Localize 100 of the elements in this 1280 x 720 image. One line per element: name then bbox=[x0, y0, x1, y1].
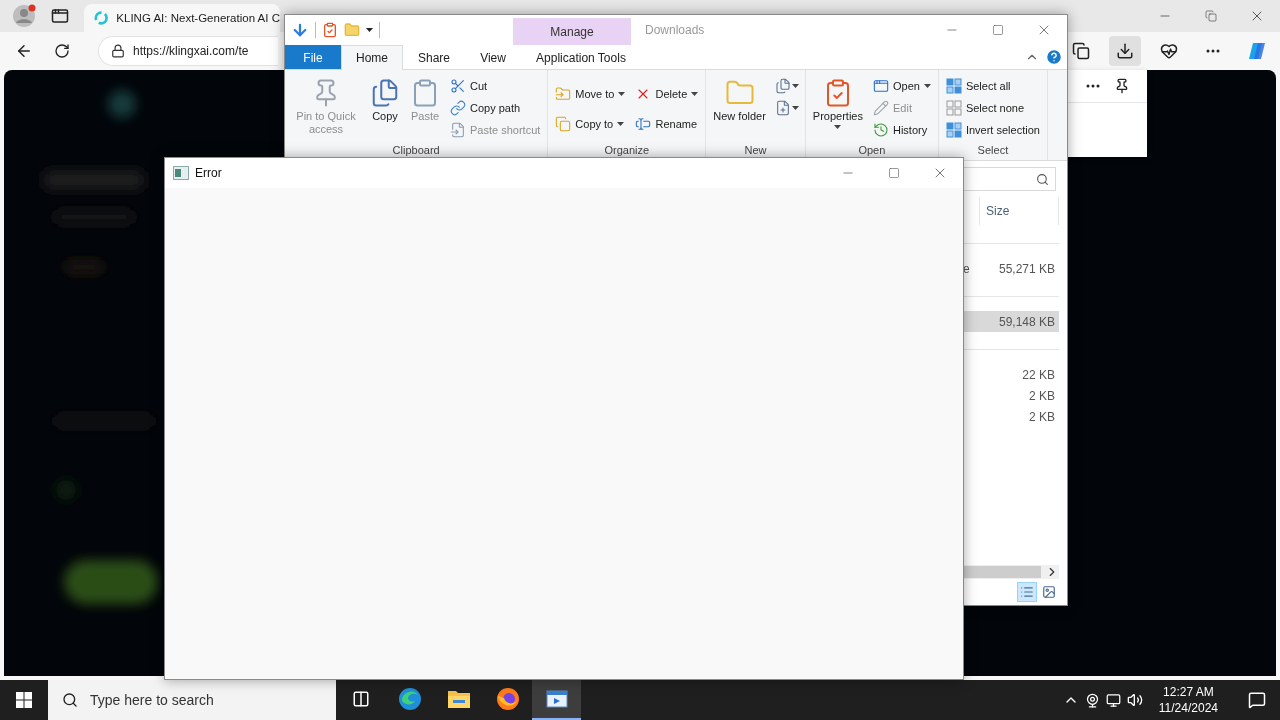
app-icon bbox=[173, 166, 189, 180]
select-all-icon bbox=[945, 78, 962, 94]
favicon-icon bbox=[94, 10, 109, 26]
invert-selection-icon bbox=[945, 122, 962, 138]
shortcut-icon bbox=[450, 122, 466, 138]
ribbon-tab[interactable]: Home bbox=[341, 45, 403, 70]
more-icon bbox=[1206, 49, 1220, 53]
tab-title: KLING AI: Next-Generation AI C bbox=[116, 12, 280, 24]
window-title: Error bbox=[195, 166, 222, 180]
ribbon-button[interactable]: Delete bbox=[632, 84, 702, 104]
window-icon bbox=[51, 7, 69, 25]
folder-icon bbox=[446, 688, 471, 710]
file-row[interactable]: 2 KB bbox=[963, 385, 1059, 406]
table-cell: 2 KB bbox=[1029, 388, 1055, 403]
notifications-icon[interactable] bbox=[1248, 691, 1266, 709]
horizontal-scrollbar[interactable] bbox=[963, 565, 1059, 579]
ribbon-group-label: Clipboard bbox=[391, 144, 441, 158]
avatar-icon bbox=[12, 4, 36, 28]
file-row[interactable]: 22 KB bbox=[963, 364, 1059, 385]
more-icon[interactable] bbox=[1085, 84, 1100, 88]
search-icon bbox=[62, 692, 78, 708]
address-bar[interactable]: https://klingxai.com/te bbox=[98, 36, 278, 66]
ribbon-button[interactable]: Properties bbox=[809, 74, 866, 133]
caret-icon bbox=[834, 125, 842, 129]
ribbon-button[interactable]: New folder bbox=[710, 74, 769, 127]
network-icon[interactable] bbox=[1105, 692, 1121, 708]
restore-icon bbox=[1205, 10, 1217, 22]
copilot-logo bbox=[1247, 41, 1267, 61]
ribbon-button[interactable]: Copy path bbox=[447, 98, 544, 118]
ribbon-button[interactable]: History bbox=[870, 120, 934, 140]
app-window-icon bbox=[545, 689, 568, 709]
url-text: https://klingxai.com/te bbox=[133, 44, 249, 58]
caret-icon bbox=[618, 92, 626, 96]
help-icon[interactable] bbox=[1045, 48, 1063, 66]
table-cell: 2 KB bbox=[1029, 409, 1055, 424]
maximize-icon bbox=[888, 167, 900, 179]
maximize-icon bbox=[992, 24, 1004, 36]
download-icon bbox=[1116, 42, 1134, 60]
clock-date[interactable]: 11/24/2024 bbox=[1158, 700, 1218, 716]
file-row[interactable]: e 55,271 KB bbox=[963, 258, 1059, 279]
history-icon bbox=[873, 122, 889, 138]
ribbon-button[interactable]: Invert selection bbox=[942, 120, 1043, 140]
taskbar-search-field[interactable]: Type here to search bbox=[48, 680, 336, 720]
scissors-icon bbox=[450, 78, 466, 94]
ribbon-group-label: Organize bbox=[603, 144, 651, 158]
copy-icon bbox=[370, 78, 400, 108]
ribbon-button[interactable]: Open bbox=[870, 76, 934, 96]
table-cell: e bbox=[963, 261, 970, 276]
ribbon-button[interactable]: Copy to bbox=[552, 114, 629, 134]
rename-icon bbox=[635, 116, 652, 132]
firefox-icon bbox=[495, 687, 520, 711]
new-item-icon bbox=[774, 78, 791, 94]
ribbon-button[interactable]: Rename bbox=[632, 114, 702, 134]
ribbon-group-label: Select bbox=[976, 144, 1010, 158]
caret-icon bbox=[691, 92, 699, 96]
clock-time[interactable]: 12:27 AM bbox=[1163, 684, 1214, 700]
table-cell: 22 KB bbox=[1022, 367, 1055, 382]
heart-pulse-icon bbox=[1160, 42, 1178, 60]
table-cell: 55,271 KB bbox=[998, 261, 1055, 276]
folder-move-icon bbox=[555, 86, 572, 102]
caret-icon bbox=[791, 84, 799, 88]
ribbon-button[interactable]: Copy bbox=[367, 74, 403, 127]
lock-icon bbox=[111, 44, 125, 58]
ribbon-tab[interactable]: File bbox=[285, 45, 341, 69]
search-icon bbox=[1036, 172, 1049, 186]
column-header[interactable]: Size bbox=[979, 197, 1059, 225]
caret-icon bbox=[791, 106, 799, 110]
window-title: Downloads bbox=[645, 23, 705, 37]
ribbon-group-label: New bbox=[743, 144, 768, 158]
refresh-icon bbox=[54, 43, 70, 59]
volume-icon[interactable] bbox=[1126, 692, 1143, 708]
file-row[interactable]: 59,148 KB bbox=[963, 311, 1059, 332]
folder-copy-icon bbox=[555, 116, 572, 132]
browser-tab[interactable]: KLING AI: Next-Generation AI C bbox=[84, 4, 280, 32]
webcam-icon[interactable] bbox=[1084, 692, 1100, 708]
edit-icon bbox=[873, 100, 889, 116]
collections-icon bbox=[1072, 42, 1090, 60]
ribbon-button[interactable]: Select none bbox=[942, 98, 1043, 118]
caret-icon bbox=[923, 84, 931, 88]
caret-icon bbox=[617, 122, 625, 126]
task-view-icon bbox=[351, 690, 370, 708]
details-view-button[interactable] bbox=[1017, 582, 1037, 602]
downloads-button[interactable] bbox=[1109, 36, 1141, 66]
table-cell: 59,148 KB bbox=[998, 314, 1055, 329]
ribbon-button[interactable]: Cut bbox=[447, 76, 544, 96]
caret-icon bbox=[366, 28, 373, 32]
open-icon bbox=[873, 78, 889, 94]
edge-icon bbox=[397, 687, 422, 711]
contextual-tab-header: Manage bbox=[513, 18, 631, 45]
list-icon bbox=[1020, 585, 1034, 599]
file-row[interactable]: 2 KB bbox=[963, 406, 1059, 427]
ribbon-button[interactable]: Move to bbox=[552, 84, 629, 104]
search-placeholder: Type here to search bbox=[90, 692, 214, 708]
ribbon-button[interactable]: Select all bbox=[942, 76, 1043, 96]
windows-logo bbox=[16, 692, 32, 708]
image-icon bbox=[1042, 585, 1056, 599]
select-none-icon bbox=[945, 100, 962, 116]
properties-icon[interactable] bbox=[322, 22, 338, 38]
ribbon-group-label: Open bbox=[857, 144, 887, 158]
taskbar-app-button[interactable] bbox=[532, 680, 581, 720]
